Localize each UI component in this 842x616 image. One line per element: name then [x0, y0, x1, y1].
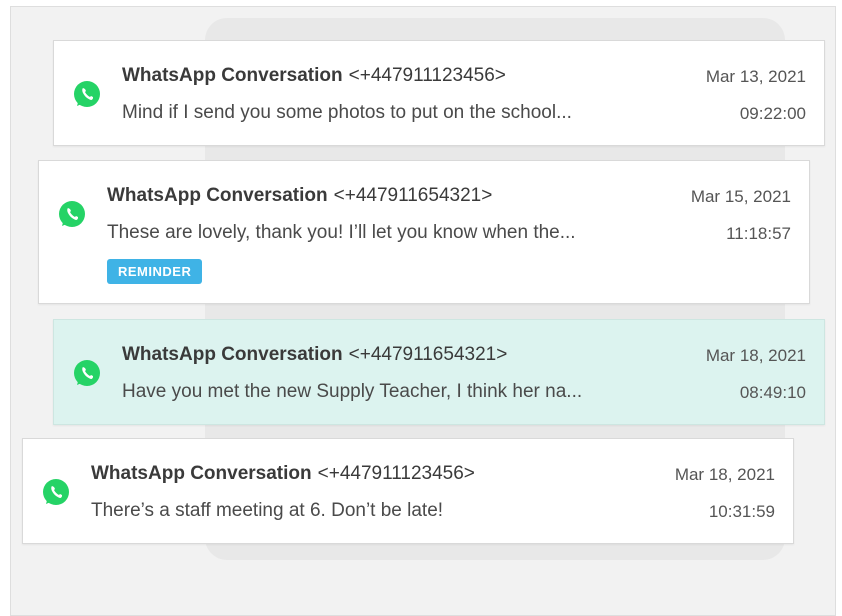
- conversation-item[interactable]: WhatsApp Conversation <+447911123456> Min…: [53, 40, 825, 146]
- conversation-title: WhatsApp Conversation <+447911654321>: [122, 344, 507, 366]
- conversation-title: WhatsApp Conversation <+447911654321>: [107, 185, 492, 207]
- conversation-time: 11:18:57: [726, 224, 791, 243]
- phone-number: <+447911123456>: [348, 65, 506, 86]
- conversation-time: 08:49:10: [739, 383, 806, 402]
- conversation-date: Mar 13, 2021: [705, 67, 806, 86]
- conversation-title: WhatsApp Conversation <+447911123456>: [122, 65, 506, 87]
- conversation-name: WhatsApp Conversation: [91, 463, 312, 484]
- message-preview: Mind if I send you some photos to put on…: [122, 102, 572, 123]
- phone-number: <+447911654321>: [348, 344, 508, 365]
- conversation-time: 10:31:59: [708, 502, 775, 521]
- conversation-date: Mar 18, 2021: [674, 465, 775, 484]
- conversation-date: Mar 18, 2021: [705, 346, 806, 365]
- conversation-time: 09:22:00: [739, 104, 806, 123]
- conversation-name: WhatsApp Conversation: [107, 185, 328, 206]
- conversation-item[interactable]: WhatsApp Conversation <+447911654321> The…: [38, 160, 810, 304]
- message-preview: Have you met the new Supply Teacher, I t…: [122, 381, 583, 402]
- whatsapp-icon: [57, 199, 87, 229]
- conversation-date: Mar 15, 2021: [690, 187, 791, 206]
- message-preview: These are lovely, thank you! I’ll let yo…: [107, 222, 576, 243]
- reminder-badge: REMINDER: [107, 259, 203, 284]
- conversation-title: WhatsApp Conversation <+447911123456>: [91, 463, 475, 485]
- conversation-name: WhatsApp Conversation: [122, 65, 343, 86]
- message-preview: There’s a staff meeting at 6. Don’t be l…: [91, 500, 444, 521]
- whatsapp-icon: [41, 477, 71, 507]
- conversation-item-selected[interactable]: WhatsApp Conversation <+447911654321> Hav…: [53, 319, 825, 425]
- conversation-item[interactable]: WhatsApp Conversation <+447911123456> The…: [22, 438, 794, 544]
- whatsapp-icon: [72, 358, 102, 388]
- phone-number: <+447911654321>: [333, 185, 493, 206]
- phone-number: <+447911123456>: [317, 463, 475, 484]
- conversation-name: WhatsApp Conversation: [122, 344, 343, 365]
- whatsapp-icon: [72, 79, 102, 109]
